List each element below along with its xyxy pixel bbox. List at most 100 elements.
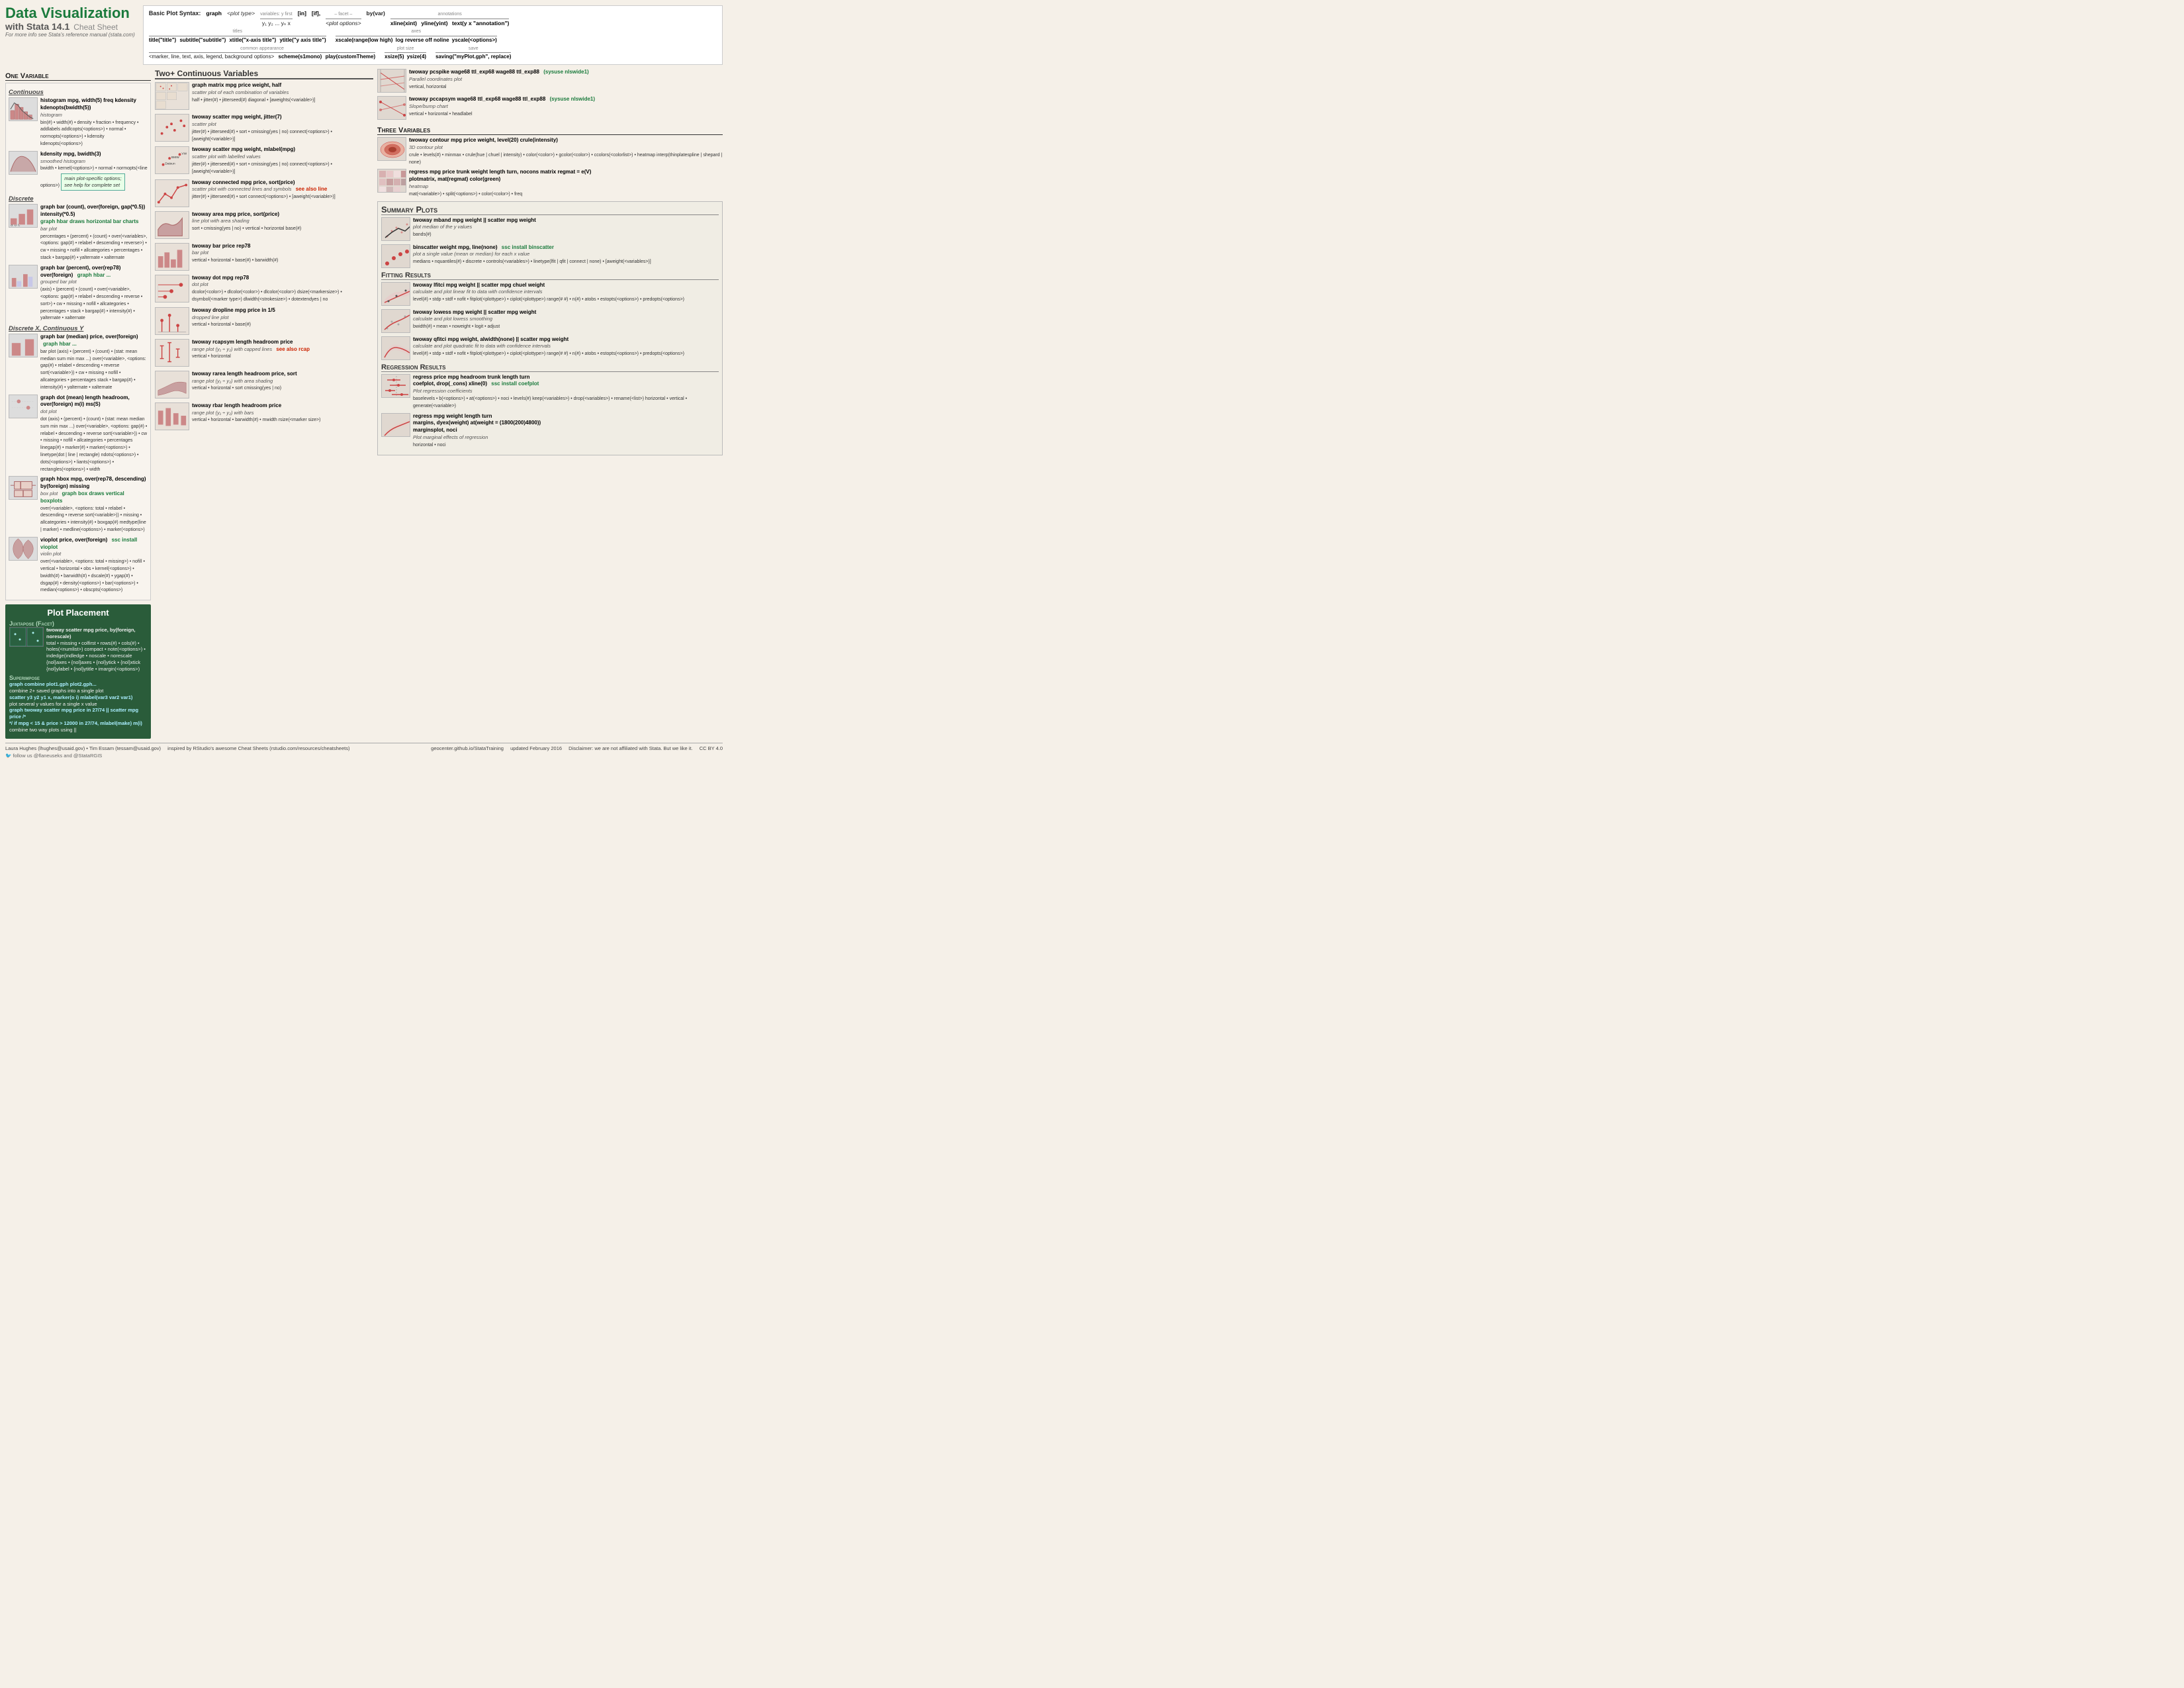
twoscatter-thumb (155, 114, 189, 142)
graphbar2-item: graph bar (percent), over(rep78) over(fo… (9, 265, 148, 322)
syntax-annotations-label: annotations (390, 11, 510, 19)
syntax-plotsize-label: plot size (385, 46, 426, 54)
twodropline-cmd: twoway dropline mpg price in 1/5 (192, 307, 275, 313)
histogram-desc: histogram (40, 112, 62, 118)
tworbar-info: twoway rbar length headroom price range … (192, 402, 373, 424)
plotmatrix-thumb (377, 169, 406, 193)
twobar-info: twoway bar price rep78 bar plot vertical… (192, 243, 373, 264)
pccapsym-desc: Slope/bump chart (409, 103, 448, 109)
twodropline-thumb (155, 307, 189, 335)
twodot-cmd: twoway dot mpg rep78 (192, 275, 249, 281)
coefplot-ssc: ssc install coefplot (491, 381, 539, 387)
col-right: twoway pcspike wage68 ttl_exp68 wage88 t… (377, 69, 723, 739)
twodot-item: twoway dot mpg rep78 dot plot dcolor(<co… (155, 275, 373, 303)
coefplot-thumb (381, 374, 410, 398)
tworcapsym-opts: vertical • horizontal (192, 354, 231, 359)
twoarea-desc: line plot with area shading (192, 218, 250, 224)
tworarea-thumb (155, 371, 189, 399)
main-title: Data Visualization (5, 5, 135, 21)
twoarea-opts: sort • cmissing(yes | no) • vertical • h… (192, 226, 301, 231)
graphdot-item: graph dot (mean) length headroom, over(f… (9, 395, 148, 473)
note-box: main plot-specific options;see help for … (61, 173, 124, 191)
pccapsym-info: twoway pccapsym wage68 ttl_exp68 wage88 … (409, 96, 723, 117)
syntax-title-cmd: title("title") (149, 37, 176, 43)
graphbar-item: a b c graph bar (count), over(foreign, g… (9, 204, 148, 261)
header: Data Visualization with Stata 14.1 Cheat… (5, 5, 723, 65)
mband-opts: bands(#) (413, 232, 432, 237)
mband-thumb (381, 217, 410, 241)
tworcapsym-see: see also rcap (276, 346, 310, 352)
title-block: Data Visualization with Stata 14.1 Cheat… (5, 5, 135, 38)
inspired: inspired by RStudio's awesome Cheat Shee… (167, 745, 349, 751)
pccapsym-item: twoway pccapsym wage68 ttl_exp68 wage88 … (377, 96, 723, 120)
twoway-cmd2: */ if mpg < 15 & price > 12000 in 27/74,… (9, 720, 142, 726)
syntax-vars-label: variables: y first (260, 11, 293, 19)
coefplot-opts: baselevels • b(<options>) • at(<options>… (413, 397, 687, 408)
twobar-desc: bar plot (192, 250, 208, 256)
marginsplot-info: regress mpg weight length turn margins, … (413, 413, 719, 449)
syntax-vars2: y₁ y₂ ... yₙ x (262, 19, 291, 28)
marginsplot-opts: horizontal • noci (413, 443, 446, 447)
pcspike-opts: vertical, horizontal (409, 85, 446, 89)
graphhbox-item: graph hbox mpg, over(rep78, descending) … (9, 476, 148, 533)
juxtapose-header: Juxtapose (Facet) (9, 620, 147, 627)
twodot-info: twoway dot mpg rep78 dot plot dcolor(<co… (192, 275, 373, 303)
coefplot-item: regress price mpg headroom trunk length … (381, 374, 719, 410)
updated: updated February 2016 (510, 745, 562, 751)
title-line1: Data Visualization (5, 5, 130, 21)
mband-desc: plot median of the y values (413, 224, 472, 230)
juxtapose-cmd: twoway scatter mpg price, by(foreign, no… (46, 627, 136, 639)
contour-thumb (377, 137, 406, 161)
syntax-axes-label: axes (336, 28, 497, 36)
graphbar-mean-green: graph hbar ... (43, 341, 77, 347)
fitting-title: Fitting Results (381, 271, 719, 280)
twoarea-item: twoway area mpg price, sort(price) line … (155, 211, 373, 239)
twoarea-info: twoway area mpg price, sort(price) line … (192, 211, 373, 232)
syntax-saving: saving("myPlot.gph", replace) (435, 54, 511, 60)
title-line2: with Stata 14.1 (5, 21, 69, 32)
lowess-cmd: twoway lowess mpg weight || scatter mpg … (413, 309, 536, 315)
tworbar-thumb (155, 402, 189, 430)
lfitci-opts: level(#) • stdp • stdf • nofit • fitplot… (413, 297, 684, 302)
kdensity-thumb (9, 151, 38, 175)
graphdot-thumb (9, 395, 38, 418)
margins-cmd: regress mpg weight length turn (413, 413, 492, 419)
tworarea-desc: range plot (y₁ ÷ y₂) with area shading (192, 378, 273, 384)
twodot-thumb (155, 275, 189, 303)
qfitci-opts: level(#) • stdp • stdf • nofit • fitplot… (413, 352, 684, 356)
coefplot-info: regress price mpg headroom trunk length … (413, 374, 719, 410)
graphhbox-desc: box plot (40, 491, 58, 496)
tworcapsym-cmd: twoway rcapsym length headroom price (192, 339, 293, 345)
page: Data Visualization with Stata 14.1 Cheat… (0, 0, 728, 764)
binscatter-opts: medians • nquantiles(#) • discrete • con… (413, 259, 651, 264)
syntax-plotopts: <plot options> (326, 19, 361, 28)
syntax-in: [in] (298, 9, 306, 18)
plotmatrix-desc: heatmap (409, 183, 428, 189)
twoway-desc: combine two way plots using || (9, 727, 76, 733)
twoconnected-opts: jitter(#) • jitterseed(#) • sort connect… (192, 195, 336, 199)
title-note: For more info see Stata's reference manu… (5, 32, 135, 38)
marginsplot-cmd: marginsplot, noci (413, 427, 457, 433)
syntax-xsize: xsize(5) (385, 54, 404, 60)
twoconnected-info: twoway connected mpg price, sort(price) … (192, 179, 373, 201)
right-top: twoway pcspike wage68 ttl_exp68 wage88 t… (377, 69, 723, 123)
plotmatrix-cmd: regress mpg price trunk weight length tu… (409, 169, 591, 175)
syntax-ytitle: ytitle("y axis title") (279, 37, 326, 43)
footer: Laura Hughes (lhughes@usaid.gov) • Tim E… (5, 743, 723, 751)
tworarea-info: twoway rarea length headroom price, sort… (192, 371, 373, 392)
summary-box: Summary Plots twoway (377, 201, 723, 455)
juxtapose-info: twoway scatter mpg price, by(foreign, no… (46, 627, 147, 672)
twoway-cmd: graph twoway scatter mpg price in 27/74 … (9, 707, 138, 720)
graphbar2-green: graph hbar ... (77, 272, 111, 278)
twoscatter-mlabel-cmd: twoway scatter mpg weight, mlabel(mpg) (192, 146, 295, 152)
marginsplot-desc: Plot marginal effects of regression (413, 434, 488, 440)
lowess-desc: calculate and plot lowess smoothing (413, 316, 492, 322)
qfitci-info: twoway qfitci mpg weight, alwidth(none) … (413, 336, 719, 357)
license: CC BY 4.0 (700, 745, 723, 751)
twoconnected-cmd: twoway connected mpg price, sort(price) (192, 179, 295, 185)
twoscatter-info: twoway scatter mpg weight, jitter(7) sca… (192, 114, 373, 142)
graphbar-mean-cmd: graph bar (median) price, over(foreign) (40, 334, 138, 340)
plotmatrix-item: regress mpg price trunk weight length tu… (377, 169, 723, 197)
syntax-text: text(y x "annotation") (452, 20, 509, 26)
pcspike-thumb (377, 69, 406, 93)
